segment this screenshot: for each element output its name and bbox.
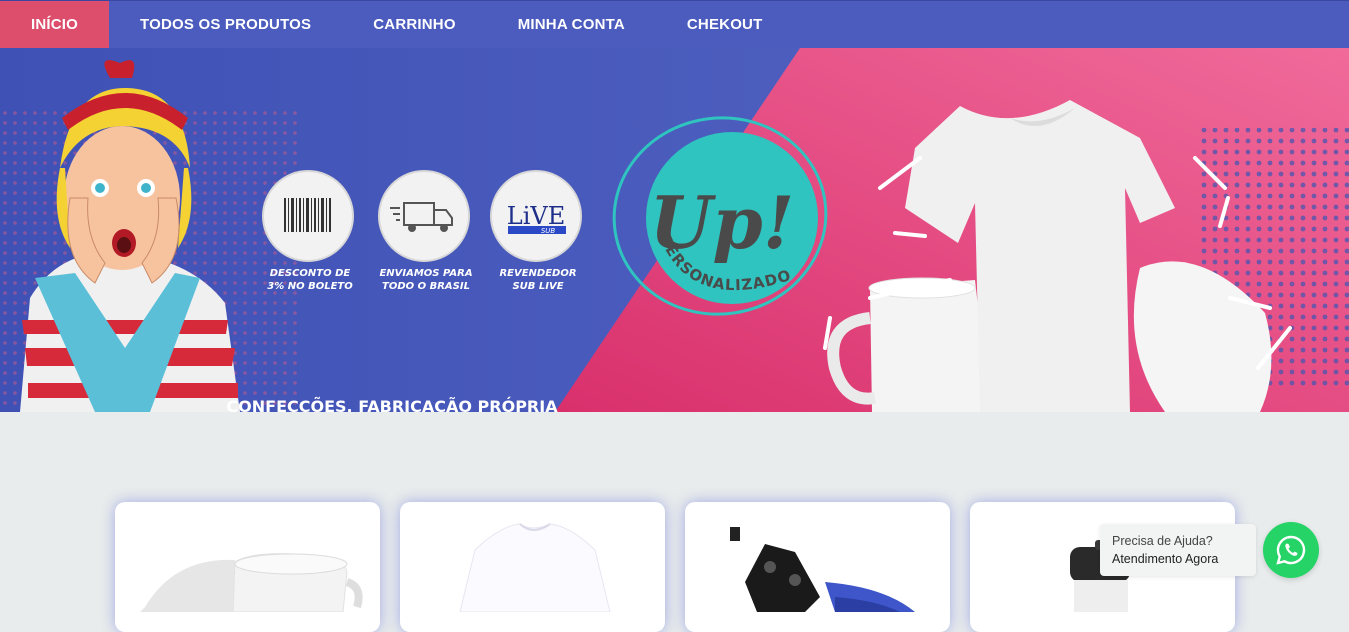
badge-shipping-line1: ENVIAMOS PARA: [379, 268, 472, 279]
heat-press-product-image: [730, 527, 915, 612]
whatsapp-chat-button[interactable]: [1263, 522, 1319, 578]
tshirt-product-image: [459, 523, 611, 613]
nav-item-inicio[interactable]: INÍCIO: [0, 1, 110, 48]
mug-product-image: [140, 553, 363, 613]
hero-tagline: CONFECÇÕES, FABRICAÇÃO PRÓPRIA: [226, 397, 558, 412]
badge-shipping-line2: TODO O BRASIL: [382, 281, 470, 292]
nav-item-minha-conta[interactable]: MINHA CONTA: [487, 1, 656, 48]
badge-boleto-discount: DESCONTO DE 3% NO BOLETO: [262, 170, 354, 292]
hero-banner-graphic: DESCONTO DE 3% NO BOLETO ENVIAMOS PARA T…: [0, 48, 1349, 412]
product-card-mug[interactable]: [115, 502, 380, 632]
nav-item-todos-os-produtos[interactable]: TODOS OS PRODUTOS: [109, 1, 342, 48]
whatsapp-help-line2: Atendimento Agora: [1112, 552, 1219, 566]
live-sub-logo: LiVE SUB: [507, 202, 566, 235]
hero-banner[interactable]: DESCONTO DE 3% NO BOLETO ENVIAMOS PARA T…: [0, 48, 1349, 412]
badge-boleto-line2: 3% NO BOLETO: [267, 281, 353, 292]
badge-reseller-line2: SUB LIVE: [512, 281, 563, 292]
whatsapp-help-bubble[interactable]: Precisa de Ajuda? Atendimento Agora: [1100, 524, 1256, 576]
product-card-tshirt[interactable]: [400, 502, 665, 632]
badge-shipping: ENVIAMOS PARA TODO O BRASIL: [378, 170, 473, 292]
product-carousel: [115, 502, 1235, 632]
badge-boleto-line1: DESCONTO DE: [270, 268, 351, 279]
nav-item-checkout[interactable]: CHEKOUT: [656, 1, 794, 48]
product-card-heat-press[interactable]: [685, 502, 950, 632]
whatsapp-icon: [1276, 535, 1306, 565]
badge-reseller-line1: REVENDEDOR: [499, 268, 576, 279]
live-logo-text: LiVE: [507, 202, 565, 230]
badge-reseller: LiVE SUB REVENDEDOR SUB LIVE: [490, 170, 582, 292]
nav-item-carrinho[interactable]: CARRINHO: [342, 1, 486, 48]
live-logo-sub: SUB: [541, 227, 556, 235]
whatsapp-help-line1: Precisa de Ajuda?: [1112, 534, 1213, 548]
top-navigation: INÍCIO TODOS OS PRODUTOS CARRINHO MINHA …: [0, 0, 1349, 48]
barcode-icon: [284, 198, 331, 232]
